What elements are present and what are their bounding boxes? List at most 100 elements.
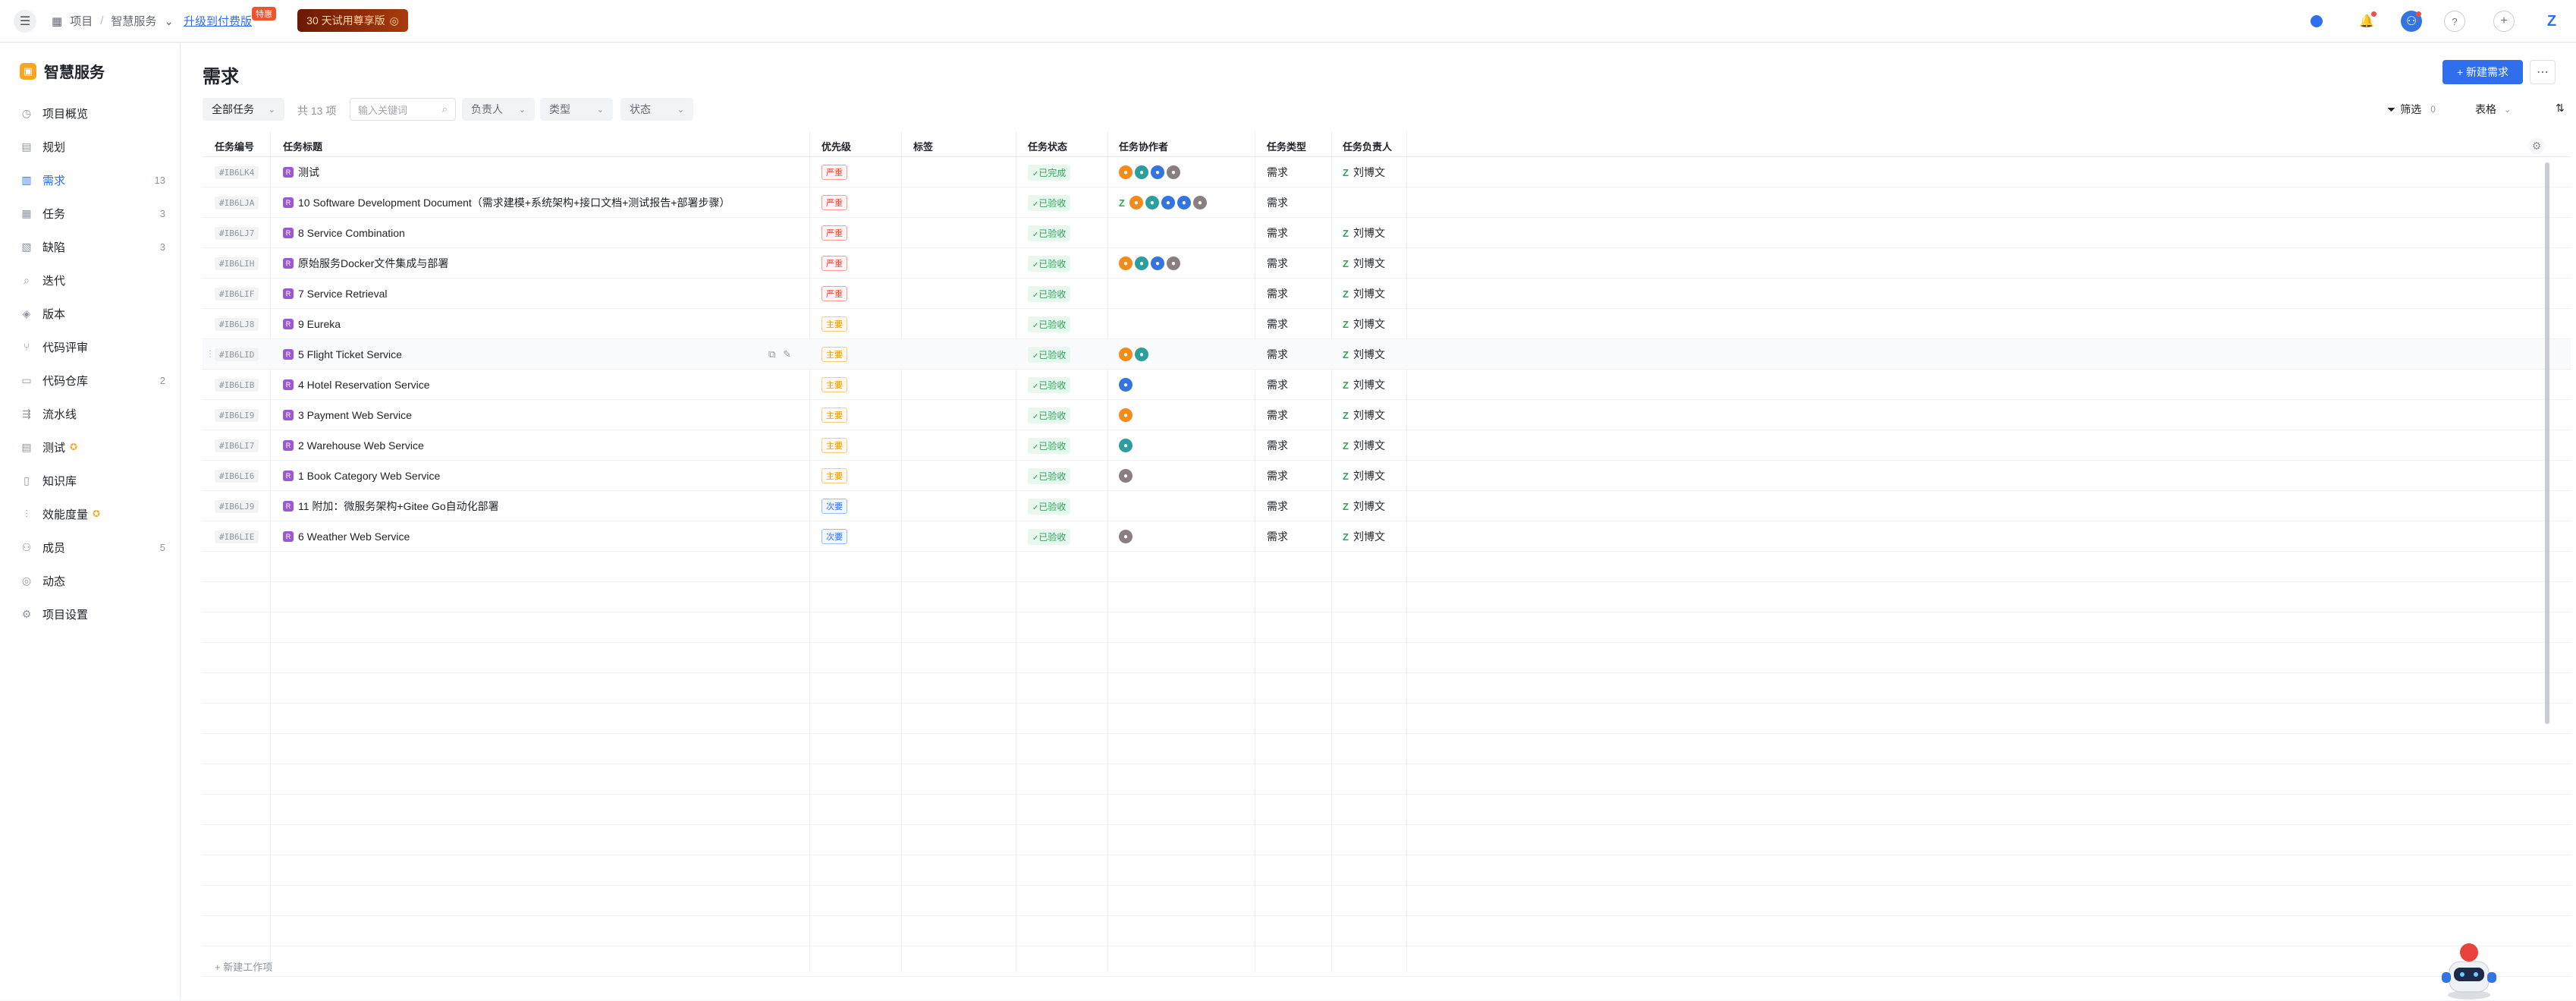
status-cell[interactable]: 已验收 xyxy=(1028,218,1071,248)
priority-cell[interactable]: 主要 xyxy=(821,400,847,430)
priority-cell[interactable]: 主要 xyxy=(821,370,847,400)
column-header-status[interactable]: 任务状态 xyxy=(1028,139,1067,153)
status-cell[interactable]: 已验收 xyxy=(1028,279,1071,309)
sort-icon[interactable]: ⇅ xyxy=(2556,102,2565,115)
status-cell[interactable]: 已验收 xyxy=(1028,400,1071,430)
view-select[interactable]: 表格 ⌄ xyxy=(2475,102,2511,117)
upgrade-link[interactable]: 升级到付费版 xyxy=(184,13,252,29)
column-header-priority[interactable]: 优先级 xyxy=(821,139,851,153)
logo-icon[interactable]: Z xyxy=(2541,11,2562,32)
task-title-cell[interactable]: R 原始服务Docker文件集成与部署 xyxy=(283,248,448,279)
type-cell[interactable]: 需求 xyxy=(1267,248,1288,279)
sidebar-item-test[interactable]: ▤ 测试 ✪ xyxy=(9,430,171,464)
column-header-collaborators[interactable]: 任务协作者 xyxy=(1119,139,1168,153)
help-icon[interactable]: ? xyxy=(2444,11,2465,32)
search-input[interactable]: 输入关键词 ⌕ xyxy=(350,98,456,121)
breadcrumb-item-current[interactable]: 智慧服务 xyxy=(111,13,156,29)
sidebar-item-overview[interactable]: ◷ 项目概览 xyxy=(9,96,171,130)
table-row[interactable]: #IB6LIHR原始服务Docker文件集成与部署严重已验收●●●●需求Z刘博文 xyxy=(203,248,2571,279)
task-title[interactable]: 11 附加：微服务架构+Gitee Go自动化部署 xyxy=(298,499,499,514)
table-row[interactable]: #IB6LIB R 4 Hotel Reservation Service 主要 已验收… xyxy=(203,370,2571,400)
table-row[interactable]: #IB6LJ9 R 11 附加：微服务架构+Gitee Go自动化部署 次要 已验收 需求… xyxy=(203,491,2571,521)
task-title-cell[interactable]: R 5 Flight Ticket Service xyxy=(283,339,402,370)
type-cell[interactable]: 需求 xyxy=(1267,339,1288,370)
status-cell[interactable]: 已验收 xyxy=(1028,339,1071,370)
priority-cell[interactable]: 次要 xyxy=(821,521,847,552)
task-title[interactable]: 10 Software Development Document（需求建模+系统… xyxy=(298,195,730,210)
table-row[interactable]: #IB6LJ8 R 9 Eureka 主要 已验收 需求 Z刘博文 xyxy=(203,309,2571,339)
task-title-cell[interactable]: R 4 Hotel Reservation Service xyxy=(283,370,430,400)
status-cell[interactable]: 已验收 xyxy=(1028,430,1071,461)
status-cell[interactable]: 已完成 xyxy=(1028,157,1071,187)
assistant-robot-icon[interactable] xyxy=(2439,939,2499,1001)
table-row[interactable]: ⋮⋮#IB6LIDR5 Flight Ticket Service⧉✎主要已验收… xyxy=(203,339,2571,370)
dashboard-icon[interactable] xyxy=(2306,11,2327,32)
task-title[interactable]: 3 Payment Web Service xyxy=(298,409,412,421)
table-row[interactable]: #IB6LIF R 7 Service Retrieval 严重 已验收 需求 Z刘博文 xyxy=(203,279,2571,309)
status-filter[interactable]: 状态 ⌄ xyxy=(620,98,693,121)
sidebar-item-task[interactable]: ▦ 任务 3 xyxy=(9,197,171,230)
priority-cell[interactable]: 主要 xyxy=(821,430,847,461)
owner-cell[interactable]: Z 刘博文 xyxy=(1343,521,1385,552)
status-cell[interactable]: 已验收 xyxy=(1028,187,1071,218)
all-tasks-select[interactable]: 全部任务 ⌄ xyxy=(203,98,284,121)
owner-cell[interactable]: Z 刘博文 xyxy=(1343,309,1385,339)
breadcrumb-item-project[interactable]: 项目 xyxy=(70,13,93,29)
type-cell[interactable]: 需求 xyxy=(1267,218,1288,248)
table-row[interactable]: #IB6LI6 R 1 Book Category Web Service 主要 已验收… xyxy=(203,461,2571,491)
collaborators-cell[interactable]: ● xyxy=(1119,430,1135,461)
edit-icon[interactable]: ✎ xyxy=(783,348,791,360)
table-row[interactable]: #IB6LI7 R 2 Warehouse Web Service 主要 已验收 ● 需求 Z… xyxy=(203,430,2571,461)
sidebar-item-bug[interactable]: ▧ 缺陷 3 xyxy=(9,230,171,263)
owner-cell[interactable]: Z 刘博文 xyxy=(1343,218,1385,248)
task-title-cell[interactable]: R 10 Software Development Document（需求建模+系… xyxy=(283,187,730,218)
collaborators-cell[interactable]: ● xyxy=(1119,370,1135,400)
collaborators-cell[interactable]: ● xyxy=(1119,400,1135,430)
task-title[interactable]: 8 Service Combination xyxy=(298,227,405,239)
owner-cell[interactable]: Z 刘博文 xyxy=(1343,157,1385,187)
priority-cell[interactable]: 严重 xyxy=(821,248,847,279)
type-cell[interactable]: 需求 xyxy=(1267,430,1288,461)
owner-cell[interactable]: Z 刘博文 xyxy=(1343,491,1385,521)
column-header-type[interactable]: 任务类型 xyxy=(1267,139,1306,153)
status-cell[interactable]: 已验收 xyxy=(1028,248,1071,279)
column-header-tags[interactable]: 标签 xyxy=(913,139,933,153)
type-filter[interactable]: 类型 ⌄ xyxy=(540,98,613,121)
task-title-cell[interactable]: R 测试 xyxy=(283,157,319,187)
column-header-owner[interactable]: 任务负责人 xyxy=(1343,139,1392,153)
task-title[interactable]: 1 Book Category Web Service xyxy=(298,470,440,482)
add-work-item-button[interactable]: + 新建工作项 xyxy=(215,959,272,974)
task-title-cell[interactable]: R 11 附加：微服务架构+Gitee Go自动化部署 xyxy=(283,491,499,521)
task-title-cell[interactable]: R 6 Weather Web Service xyxy=(283,521,410,552)
type-cell[interactable]: 需求 xyxy=(1267,461,1288,491)
owner-cell[interactable]: Z 刘博文 xyxy=(1343,461,1385,491)
type-cell[interactable]: 需求 xyxy=(1267,309,1288,339)
owner-cell[interactable]: Z 刘博文 xyxy=(1343,430,1385,461)
collaborators-cell[interactable]: ● ● ● ● xyxy=(1119,157,1183,187)
priority-cell[interactable]: 主要 xyxy=(821,309,847,339)
type-cell[interactable]: 需求 xyxy=(1267,187,1288,218)
new-requirement-button[interactable]: + 新建需求 xyxy=(2442,60,2523,84)
task-title-cell[interactable]: R 7 Service Retrieval xyxy=(283,279,388,309)
owner-cell[interactable]: Z 刘博文 xyxy=(1343,400,1385,430)
sidebar-item-requirement[interactable]: ▥ 需求 13 xyxy=(9,163,171,197)
priority-cell[interactable]: 主要 xyxy=(821,339,847,370)
task-title-cell[interactable]: R 9 Eureka xyxy=(283,309,341,339)
collaborators-cell[interactable]: ● ● ● ● xyxy=(1119,248,1183,279)
owner-cell[interactable]: Z 刘博文 xyxy=(1343,279,1385,309)
link-icon[interactable]: ⧉ xyxy=(768,348,775,360)
task-title[interactable]: 原始服务Docker文件集成与部署 xyxy=(298,256,448,271)
type-cell[interactable]: 需求 xyxy=(1267,521,1288,552)
task-title[interactable]: 测试 xyxy=(298,165,319,180)
project-header[interactable]: ▣ 智慧服务 xyxy=(20,60,105,82)
task-title[interactable]: 4 Hotel Reservation Service xyxy=(298,379,430,391)
sidebar-item-metrics[interactable]: ⫶ 效能度量 ✪ xyxy=(9,497,171,530)
avatar[interactable]: ⚇ xyxy=(2401,11,2422,32)
task-title[interactable]: 7 Service Retrieval xyxy=(298,288,388,300)
sidebar-item-members[interactable]: ⚇ 成员 5 xyxy=(9,530,171,564)
task-title[interactable]: 9 Eureka xyxy=(298,318,341,330)
collaborators-cell[interactable]: ● xyxy=(1119,521,1135,552)
filter-button[interactable]: ⏷ 筛选 0 xyxy=(2387,102,2436,117)
collaborators-cell[interactable]: Z ● ● ● ● ● xyxy=(1119,187,1209,218)
owner-cell[interactable]: Z 刘博文 xyxy=(1343,248,1385,279)
